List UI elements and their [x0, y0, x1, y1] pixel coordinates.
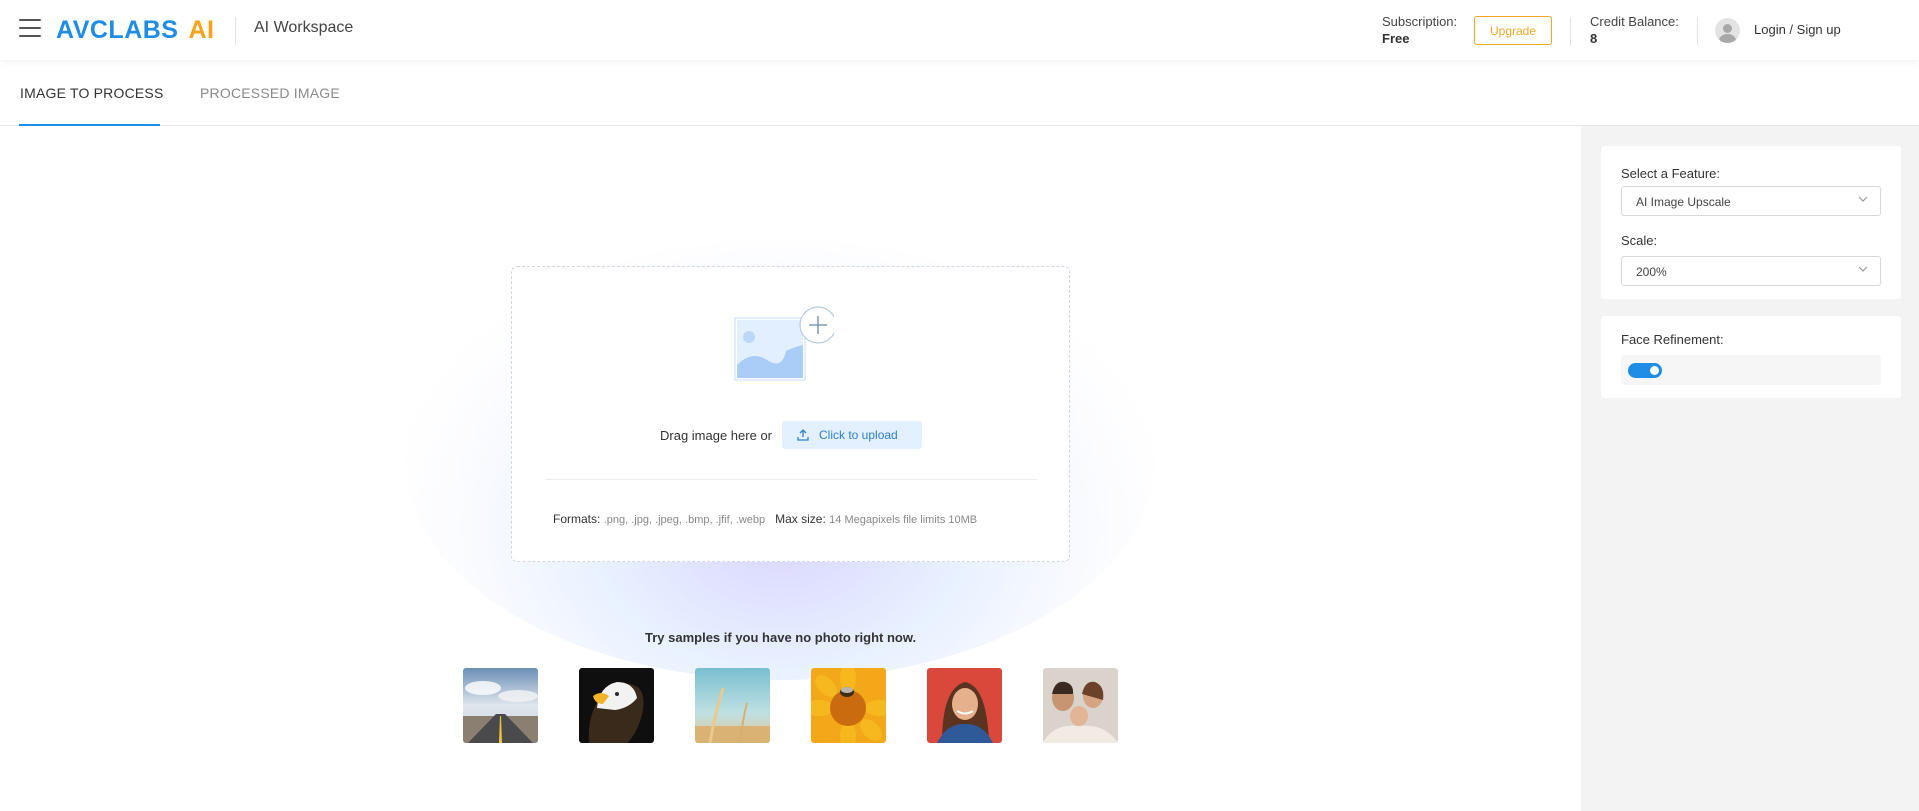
face-refinement-label: Face Refinement: — [1621, 332, 1724, 347]
eagle-sample[interactable] — [579, 668, 654, 743]
maxsize-label: Max size: — [775, 512, 826, 526]
header-divider — [235, 17, 236, 45]
samples-title: Try samples if you have no photo right n… — [645, 630, 917, 645]
formats-label: Formats: — [553, 512, 601, 526]
subscription-label: Subscription: — [1382, 14, 1458, 29]
upload-icon — [797, 429, 809, 441]
credit-balance-label: Credit Balance: — [1590, 14, 1679, 29]
logo-brand: AVCLABS — [56, 16, 179, 44]
upload-button-label: Click to upload — [819, 428, 898, 442]
chevron-down-icon — [1858, 266, 1868, 272]
feature-select[interactable]: AI Image Upscale — [1621, 186, 1881, 216]
format-info: Formats: .png, .jpg, .jpeg, .bmp, .jfif,… — [553, 512, 977, 526]
feature-label: Select a Feature: — [1621, 166, 1720, 181]
feature-card: Select a Feature: AI Image Upscale — [1601, 146, 1901, 226]
scale-card: Scale: 200% — [1601, 217, 1901, 299]
scale-select[interactable]: 200% — [1621, 256, 1881, 286]
upgrade-button[interactable]: Upgrade — [1474, 16, 1552, 45]
tab-processed-image[interactable]: PROCESSED IMAGE — [200, 85, 340, 101]
woman-sample[interactable] — [927, 668, 1002, 743]
family-sample[interactable] — [1043, 668, 1118, 743]
face-refinement-card: Face Refinement: — [1601, 316, 1901, 398]
header-divider — [1697, 17, 1698, 45]
subscription-value: Free — [1382, 31, 1410, 46]
click-to-upload-button[interactable]: Click to upload — [782, 421, 922, 449]
credit-balance-value: 8 — [1590, 31, 1598, 46]
face-refinement-row — [1621, 355, 1881, 385]
scale-label: Scale: — [1621, 233, 1658, 248]
drag-instruction: Drag image here or — [660, 428, 772, 443]
road-sample[interactable] — [463, 668, 538, 743]
upload-dropzone[interactable]: Drag image here or Click to upload Forma… — [511, 266, 1070, 562]
settings-panel: Select a Feature: AI Image Upscale Scale… — [1581, 126, 1919, 811]
tab-image-to-process[interactable]: IMAGE TO PROCESS — [20, 85, 164, 101]
scale-select-value: 200% — [1636, 265, 1667, 279]
top-header: AVCLABS AI AI Workspace Subscription: Fre… — [0, 0, 1919, 60]
wheat-sample[interactable] — [695, 668, 770, 743]
image-placeholder-icon — [734, 306, 834, 381]
bee-flower-sample[interactable] — [811, 668, 886, 743]
active-tab-indicator — [19, 124, 160, 126]
face-refinement-toggle[interactable] — [1628, 363, 1662, 378]
app-logo[interactable]: AVCLABS AI — [56, 16, 214, 45]
workspace-title: AI Workspace — [254, 19, 354, 36]
formats-value: .png, .jpg, .jpeg, .bmp, .jfif, .webp — [603, 514, 766, 526]
avatar-icon[interactable] — [1715, 18, 1740, 43]
maxsize-value: 14 Megapixels file limits 10MB — [829, 514, 978, 526]
header-divider — [1570, 17, 1571, 45]
dropzone-divider — [545, 479, 1037, 480]
login-signup-link[interactable]: Login / Sign up — [1754, 22, 1841, 37]
menu-icon[interactable] — [19, 19, 41, 37]
feature-select-value: AI Image Upscale — [1636, 195, 1731, 209]
chevron-down-icon — [1858, 196, 1868, 202]
tab-bar: IMAGE TO PROCESS PROCESSED IMAGE — [0, 60, 1919, 126]
logo-ai: AI — [188, 16, 215, 44]
